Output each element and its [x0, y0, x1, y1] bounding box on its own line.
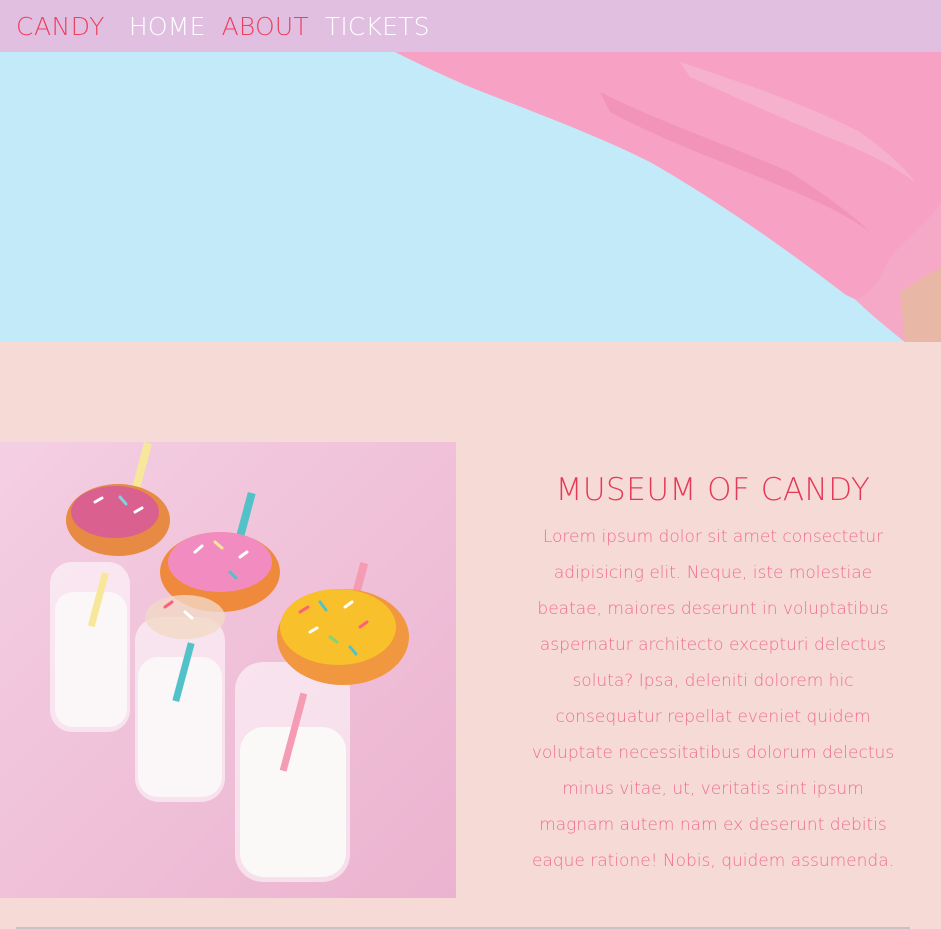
- nav-link-tickets[interactable]: TICKETS: [325, 14, 430, 39]
- about-text-block: MUSEUM OF CANDY Lorem ipsum dolor sit am…: [526, 472, 900, 879]
- hero-banner: [0, 52, 941, 342]
- brand-logo[interactable]: CANDY: [16, 14, 105, 39]
- about-title: MUSEUM OF CANDY: [555, 472, 871, 508]
- donuts-photo: [0, 442, 456, 898]
- about-section: MUSEUM OF CANDY Lorem ipsum dolor sit am…: [0, 342, 941, 929]
- nav-link-about[interactable]: ABOUT: [222, 14, 309, 39]
- hero-image: [0, 52, 941, 342]
- navbar: CANDY HOME ABOUT TICKETS: [0, 0, 941, 52]
- nav-link-home[interactable]: HOME: [129, 14, 206, 39]
- donuts-image: [0, 442, 456, 898]
- about-body: Lorem ipsum dolor sit amet consectetur a…: [531, 527, 895, 872]
